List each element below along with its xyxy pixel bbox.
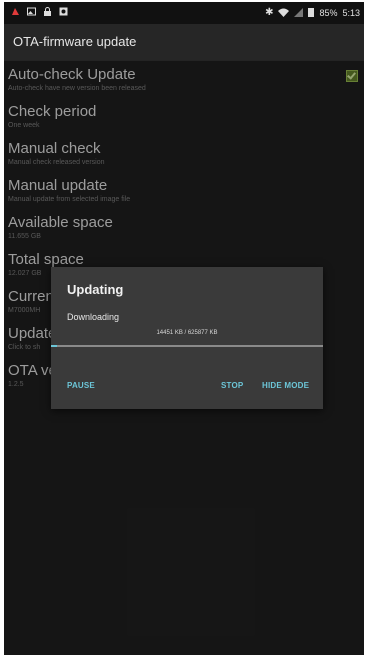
signal-icon [294, 8, 304, 17]
status-bar: ✱ 85% 5:13 [4, 2, 364, 24]
notification-icon [12, 8, 19, 15]
battery-icon [308, 8, 315, 17]
device-screen: ✱ 85% 5:13 OTA-firmware update Auto-chec… [4, 2, 364, 655]
bluetooth-icon: ✱ [265, 7, 274, 18]
lock-icon [44, 7, 51, 16]
app-title: OTA-firmware update [13, 34, 137, 49]
image-icon [27, 7, 36, 16]
dialog-title: Updating [67, 282, 124, 297]
hide-mode-button[interactable]: HIDE MODE [262, 381, 309, 390]
download-progress-bar [51, 345, 323, 347]
clock: 5:13 [342, 7, 360, 18]
pause-button[interactable]: PAUSE [67, 381, 95, 390]
wifi-icon [278, 8, 290, 17]
battery-percent: 85% [319, 7, 338, 18]
record-icon [59, 7, 68, 16]
app-bar: OTA-firmware update [4, 24, 364, 61]
stop-button[interactable]: STOP [221, 381, 243, 390]
updating-dialog: Updating Downloading 14451 KB / 625877 K… [51, 267, 323, 409]
progress-text: 14451 KB / 625877 KB [156, 330, 218, 336]
progress-fill [51, 345, 58, 347]
dialog-message: Downloading [67, 312, 120, 322]
